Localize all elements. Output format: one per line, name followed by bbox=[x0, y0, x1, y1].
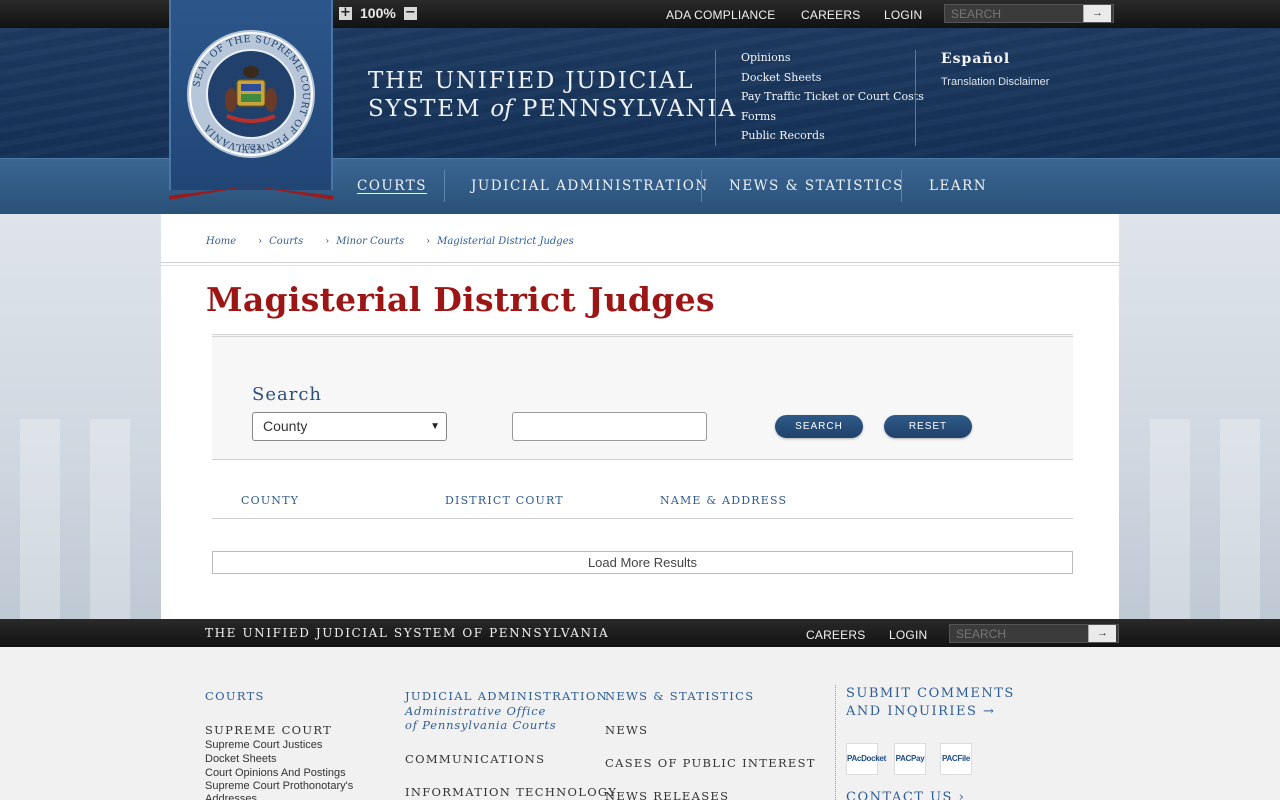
reset-button[interactable]: RESET bbox=[884, 415, 972, 438]
footer-search: → bbox=[949, 624, 1119, 643]
search-label: Search bbox=[252, 384, 322, 405]
county-select[interactable]: County ▼ bbox=[252, 412, 447, 441]
footer-news[interactable]: NEWS bbox=[605, 723, 648, 737]
footer-search-input[interactable] bbox=[950, 625, 1088, 642]
footer-judicial-admin-heading[interactable]: JUDICIAL ADMINISTRATION bbox=[405, 689, 608, 703]
footer-link[interactable]: Supreme Court Justices bbox=[205, 738, 322, 752]
site-title-line2: SYSTEM of PENNSYLVANIA bbox=[368, 96, 737, 122]
nav-separator bbox=[701, 170, 702, 202]
top-search-input[interactable] bbox=[945, 5, 1083, 22]
quick-link-docket-sheets[interactable]: Docket Sheets bbox=[741, 71, 924, 91]
nav-courts[interactable]: COURTS bbox=[357, 178, 427, 194]
top-search: → bbox=[944, 4, 1114, 23]
footer-aopc-line2[interactable]: of Pennsylvania Courts bbox=[405, 718, 556, 732]
language-espanol-link[interactable]: Español bbox=[941, 51, 1010, 67]
footer-supreme-court-heading[interactable]: SUPREME COURT bbox=[205, 723, 332, 737]
county-select-value: County bbox=[263, 418, 308, 434]
header-divider bbox=[915, 50, 916, 146]
arrow-right-icon[interactable]: → bbox=[1088, 625, 1116, 642]
supreme-court-seal-icon[interactable]: SEAL OF THE SUPREME COURT OF PENNSYLVANI… bbox=[185, 28, 317, 160]
divider bbox=[212, 518, 1073, 519]
quick-links: Opinions Docket Sheets Pay Traffic Ticke… bbox=[741, 51, 924, 149]
zoom-in-icon[interactable]: + bbox=[339, 6, 352, 20]
footer-aopc-line1[interactable]: Administrative Office bbox=[405, 704, 546, 718]
nav-learn[interactable]: LEARN bbox=[929, 178, 987, 194]
footer-site-title[interactable]: THE UNIFIED JUDICIAL SYSTEM OF PENNSYLVA… bbox=[205, 626, 609, 640]
footer-login-link[interactable]: LOGIN bbox=[889, 628, 927, 642]
nav-separator bbox=[444, 170, 445, 202]
contact-us-link[interactable]: CONTACT US › bbox=[846, 789, 1056, 800]
column-header-district-court[interactable]: DISTRICT COURT bbox=[445, 494, 564, 507]
load-more-button[interactable]: Load More Results bbox=[212, 551, 1073, 574]
svg-text:1722: 1722 bbox=[241, 143, 261, 152]
nav-separator bbox=[901, 170, 902, 202]
chevron-right-icon: › bbox=[325, 236, 330, 247]
breadcrumb-home[interactable]: Home bbox=[206, 236, 236, 247]
footer-link[interactable]: Addresses bbox=[205, 792, 257, 800]
footer-information-technology[interactable]: INFORMATION TECHNOLOGY bbox=[405, 785, 617, 799]
pacdocket-app-icon[interactable]: PAcDocket bbox=[846, 743, 886, 775]
zoom-level: 100% bbox=[360, 5, 396, 21]
quick-link-forms[interactable]: Forms bbox=[741, 110, 924, 130]
footer-news-releases[interactable]: NEWS RELEASES bbox=[605, 789, 729, 800]
search-button[interactable]: SEARCH bbox=[775, 415, 863, 438]
site-title-line1: THE UNIFIED JUDICIAL bbox=[368, 68, 695, 94]
arrow-right-icon[interactable]: → bbox=[1083, 5, 1111, 22]
divider bbox=[161, 262, 1119, 266]
search-input[interactable] bbox=[512, 412, 707, 441]
submit-comments-link[interactable]: SUBMIT COMMENTS AND INQUIRIES → bbox=[846, 685, 1056, 721]
column-header-name-address[interactable]: NAME & ADDRESS bbox=[660, 494, 787, 507]
search-panel: Search County ▼ SEARCH RESET bbox=[212, 334, 1073, 460]
ada-compliance-link[interactable]: ADA COMPLIANCE bbox=[666, 8, 776, 22]
quick-link-opinions[interactable]: Opinions bbox=[741, 51, 924, 71]
page-title: Magisterial District Judges bbox=[206, 280, 715, 319]
translation-disclaimer-link[interactable]: Translation Disclaimer bbox=[941, 76, 1049, 88]
breadcrumb-courts[interactable]: Courts bbox=[269, 236, 303, 247]
footer-communications[interactable]: COMMUNICATIONS bbox=[405, 752, 545, 766]
chevron-right-icon: › bbox=[958, 790, 966, 800]
site-title[interactable]: THE UNIFIED JUDICIAL SYSTEM of PENNSYLVA… bbox=[368, 67, 737, 123]
chevron-right-icon: › bbox=[426, 236, 431, 247]
login-link[interactable]: LOGIN bbox=[884, 8, 922, 22]
footer-careers-link[interactable]: CAREERS bbox=[806, 628, 865, 642]
footer-link[interactable]: Supreme Court Prothonotary's bbox=[205, 779, 353, 793]
seal-banner: SEAL OF THE SUPREME COURT OF PENNSYLVANI… bbox=[169, 0, 333, 200]
header-divider bbox=[715, 50, 716, 146]
footer-link[interactable]: Docket Sheets bbox=[205, 752, 277, 766]
quick-link-public-records[interactable]: Public Records bbox=[741, 129, 924, 149]
footer-news-statistics-heading[interactable]: NEWS & STATISTICS bbox=[605, 689, 754, 703]
pacpay-app-icon[interactable]: PACPay bbox=[894, 743, 926, 775]
chevron-right-icon: › bbox=[258, 236, 263, 247]
footer-divider bbox=[835, 685, 836, 800]
quick-link-pay-traffic[interactable]: Pay Traffic Ticket or Court Costs bbox=[741, 90, 924, 110]
footer-link[interactable]: Court Opinions And Postings bbox=[205, 766, 346, 780]
careers-link[interactable]: CAREERS bbox=[801, 8, 860, 22]
column-header-county[interactable]: COUNTY bbox=[241, 494, 299, 507]
pacfile-app-icon[interactable]: PACFile bbox=[940, 743, 972, 775]
arrow-right-icon: → bbox=[983, 704, 996, 719]
nav-judicial-administration[interactable]: JUDICIAL ADMINISTRATION bbox=[471, 178, 709, 194]
footer-cases-public-interest[interactable]: CASES OF PUBLIC INTEREST bbox=[605, 756, 816, 770]
main-content: Home › Courts › Minor Courts › Magisteri… bbox=[161, 214, 1119, 619]
breadcrumb-current[interactable]: Magisterial District Judges bbox=[437, 236, 574, 247]
breadcrumb-minor-courts[interactable]: Minor Courts bbox=[336, 236, 404, 247]
zoom-out-icon[interactable]: − bbox=[403, 6, 417, 20]
zoom-control: + 100% − bbox=[339, 5, 417, 21]
nav-news-statistics[interactable]: NEWS & STATISTICS bbox=[729, 178, 904, 194]
chevron-down-icon: ▼ bbox=[430, 421, 440, 432]
breadcrumb: Home › Courts › Minor Courts › Magisteri… bbox=[206, 236, 596, 247]
footer-courts-heading[interactable]: COURTS bbox=[205, 689, 265, 703]
